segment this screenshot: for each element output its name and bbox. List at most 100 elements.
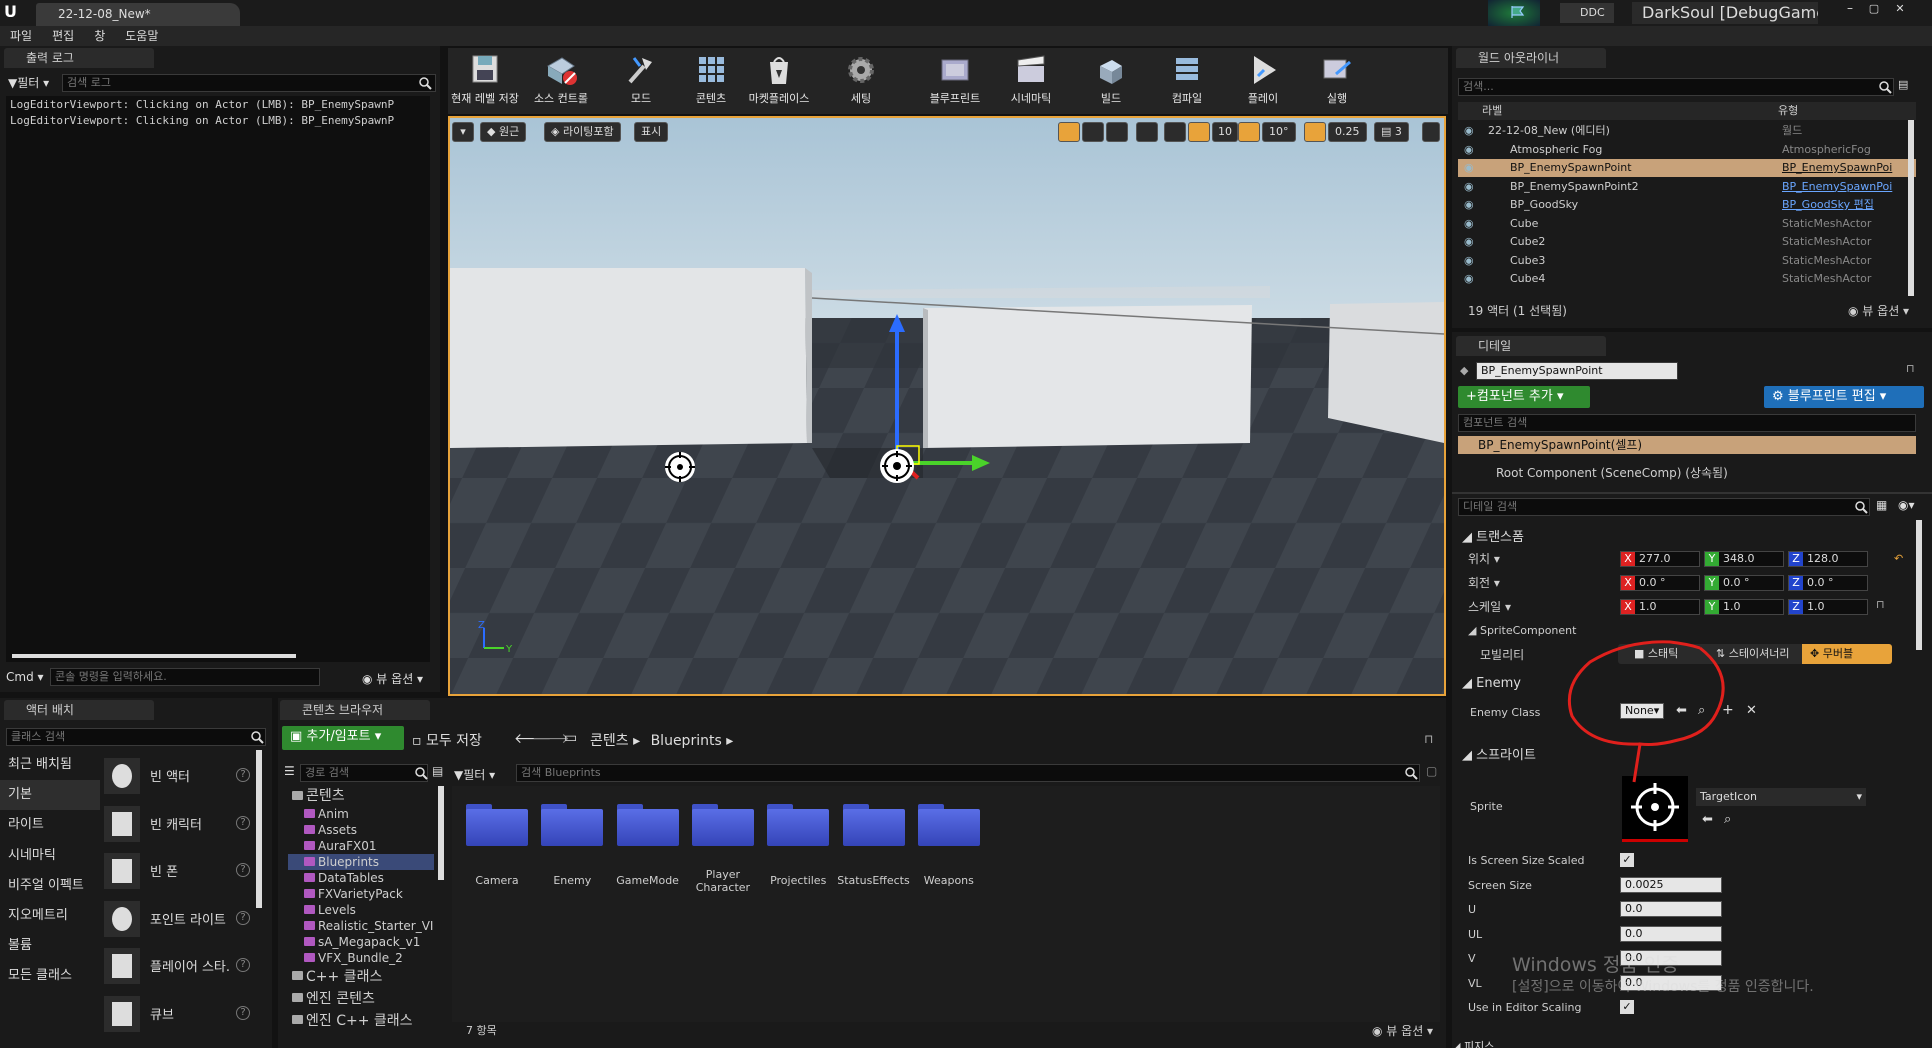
folder-tree-item[interactable]: FXVarietyPack <box>288 886 434 902</box>
spawn-point-selected-icon[interactable] <box>880 449 914 483</box>
details-scrollbar[interactable] <box>1916 520 1922 650</box>
folder-icon[interactable] <box>767 804 830 846</box>
folder-label[interactable]: GameMode <box>611 874 685 887</box>
lock-icon[interactable]: ⊓ <box>1424 732 1433 746</box>
reset-to-default-icon[interactable]: ↶ <box>1894 552 1903 565</box>
sprite-header[interactable]: ◢ 스프라이트 <box>1462 744 1536 763</box>
help-icon[interactable]: ? <box>236 910 250 925</box>
outliner-search-input[interactable]: 검색... <box>1458 78 1894 96</box>
rotation-z-field[interactable]: Z 0.0 ° <box>1788 575 1868 591</box>
log-search-input[interactable]: 검색 로그 <box>62 74 436 92</box>
outliner-row[interactable]: ◉ BP_GoodSky BP_GoodSky 편집 <box>1458 196 1916 214</box>
maximize-button[interactable]: ▢ <box>1864 2 1884 16</box>
maximize-viewport-icon[interactable] <box>1422 122 1440 142</box>
log-text-area[interactable]: LogEditorViewport: Clicking on Actor (LM… <box>6 96 430 662</box>
use-selected-arrow-icon[interactable]: ⬅ <box>1702 812 1713 827</box>
outliner-row[interactable]: ◉ Cube StaticMeshActor <box>1458 215 1916 233</box>
transform-header[interactable]: ◢ 트랜스폼 <box>1462 526 1524 545</box>
add-import-button[interactable]: ▣ 추가/임포트 ▾ <box>282 726 404 750</box>
rotation-snap-icon[interactable] <box>1238 122 1260 142</box>
log-view-options[interactable]: ◉ 뷰 옵션 ▾ <box>362 670 434 687</box>
play-button[interactable]: 플레이 <box>1226 52 1300 106</box>
perspective-button[interactable]: ◆ 원근 <box>480 122 527 142</box>
location-y-field[interactable]: Y 348.0 <box>1704 551 1784 567</box>
detail-search-input[interactable]: 디테일 검색 <box>1458 498 1870 516</box>
cb-view-options[interactable]: ◉ 뷰 옵션 ▾ <box>1372 1022 1433 1039</box>
level-viewport[interactable]: ZY ▾ ◆ 원근 ◈ 라이팅포함 표시 10 10° 0.25 ▤ 3 <box>448 116 1446 696</box>
scale-x-field[interactable]: X 1.0 <box>1620 599 1700 615</box>
build-button[interactable]: 빌드 <box>1074 52 1148 106</box>
folder-tree-item[interactable]: DataTables <box>288 870 434 886</box>
folder-tree-item[interactable]: 콘텐츠 <box>284 786 434 806</box>
outliner-row[interactable]: ◉ BP_EnemySpawnPoint2 BP_EnemySpawnPoi <box>1458 178 1916 196</box>
menu-help[interactable]: 도움말 <box>115 26 168 46</box>
folder-icon[interactable] <box>616 804 679 846</box>
scale-snap-value[interactable]: 0.25 <box>1328 122 1367 142</box>
property-matrix-icon[interactable]: ▦ <box>1876 498 1894 516</box>
close-button[interactable]: ✕ <box>1888 2 1912 16</box>
lighting-mode-button[interactable]: ◈ 라이팅포함 <box>544 122 621 142</box>
outliner-scrollbar[interactable] <box>1908 120 1914 296</box>
marketplace-button[interactable]: 마켓플레이스 <box>742 52 816 106</box>
save-level-button[interactable]: 현재 레벨 저장 <box>448 52 522 106</box>
content-button[interactable]: 콘텐츠 <box>674 52 748 106</box>
place-actor-item[interactable]: 큐브? <box>104 992 254 1036</box>
place-category[interactable]: 시네마틱 <box>0 841 100 871</box>
scale-lock-icon[interactable]: ⊓ <box>1876 598 1885 611</box>
sprite-asset-dropdown[interactable]: TargetIcon ▾ <box>1696 788 1866 806</box>
source-control-button[interactable]: 소스 컨트롤 <box>524 52 598 106</box>
place-actor-item[interactable]: 빈 캐릭터? <box>104 802 254 846</box>
col-type[interactable]: 유형 <box>1778 102 1798 120</box>
rotation-x-field[interactable]: X 0.0 ° <box>1620 575 1700 591</box>
folder-tree-item[interactable]: 엔진 C++ 클래스 <box>284 1010 434 1032</box>
rotation-y-field[interactable]: Y 0.0 ° <box>1704 575 1784 591</box>
folder-label[interactable]: StatusEffects <box>837 874 911 887</box>
flag-icon[interactable] <box>1510 5 1526 19</box>
next-section-header[interactable]: ◢ 피지스 <box>1452 1038 1494 1048</box>
scale-y-field[interactable]: Y 1.0 <box>1704 599 1784 615</box>
log-filter-button[interactable]: ▼필터 ▾ <box>8 74 58 91</box>
place-actor-item[interactable]: 빈 폰? <box>104 849 254 893</box>
folder-icon[interactable] <box>917 804 980 846</box>
world-local-icon[interactable] <box>1136 122 1158 142</box>
actor-name-input[interactable]: BP_EnemySpawnPoint <box>1476 362 1678 380</box>
surface-snap-icon[interactable] <box>1164 122 1186 142</box>
place-actors-scrollbar[interactable] <box>256 750 262 908</box>
grid-snap-icon[interactable] <box>1188 122 1210 142</box>
place-category[interactable]: 모든 클래스 <box>0 961 100 991</box>
outliner-row[interactable]: ◉ Atmospheric Fog AtmosphericFog <box>1458 141 1916 159</box>
help-icon[interactable]: ? <box>236 1005 250 1020</box>
folder-icon[interactable] <box>466 804 528 846</box>
visibility-eye-icon[interactable]: ◉ <box>1464 159 1474 177</box>
visibility-eye-icon[interactable]: ◉▾ <box>1898 498 1920 516</box>
level-tab[interactable]: 22-12-08_New* <box>36 3 240 26</box>
visibility-eye-icon[interactable]: ◉ <box>1464 270 1474 288</box>
folder-label[interactable]: Player Character <box>686 868 760 894</box>
breadcrumb-content[interactable]: 콘텐츠 <box>590 733 629 749</box>
scale-snap-icon[interactable] <box>1304 122 1326 142</box>
property-value-field[interactable]: 0.0 <box>1620 901 1722 917</box>
menu-edit[interactable]: 편집 <box>42 26 84 46</box>
ddc-button[interactable]: DDC <box>1560 3 1614 23</box>
view-list-icon[interactable]: ▤ <box>432 764 443 778</box>
outliner-tab[interactable]: 월드 아웃라이너 <box>1456 48 1606 68</box>
translate-mode-icon[interactable] <box>1058 122 1080 142</box>
visibility-eye-icon[interactable]: ◉ <box>1464 252 1474 270</box>
place-category[interactable]: 최근 배치됨 <box>0 750 100 780</box>
place-actor-item[interactable]: 빈 액터? <box>104 754 254 798</box>
place-category[interactable]: 기본 <box>0 780 100 811</box>
folder-tree-item[interactable]: sA_Megapack_v1 <box>288 934 434 950</box>
place-category[interactable]: 볼륨 <box>0 931 100 961</box>
folder-tree-item[interactable]: VFX_Bundle_2 <box>288 950 434 966</box>
visibility-eye-icon[interactable]: ◉ <box>1464 141 1474 159</box>
scale-z-field[interactable]: Z 1.0 <box>1788 599 1868 615</box>
menu-window[interactable]: 창 <box>84 26 115 46</box>
sprite-thumbnail[interactable] <box>1622 776 1688 842</box>
visibility-eye-icon[interactable]: ◉ <box>1464 178 1474 196</box>
output-log-tab[interactable]: 출력 로그 <box>4 48 154 68</box>
folder-label[interactable]: Weapons <box>912 874 986 887</box>
outliner-row-type[interactable]: BP_GoodSky 편집 <box>1782 196 1910 214</box>
menu-file[interactable]: 파일 <box>0 26 42 46</box>
folder-tree-item[interactable]: Realistic_Starter_VI <box>288 918 434 934</box>
outliner-row[interactable]: ◉ Cube3 StaticMeshActor <box>1458 252 1916 270</box>
